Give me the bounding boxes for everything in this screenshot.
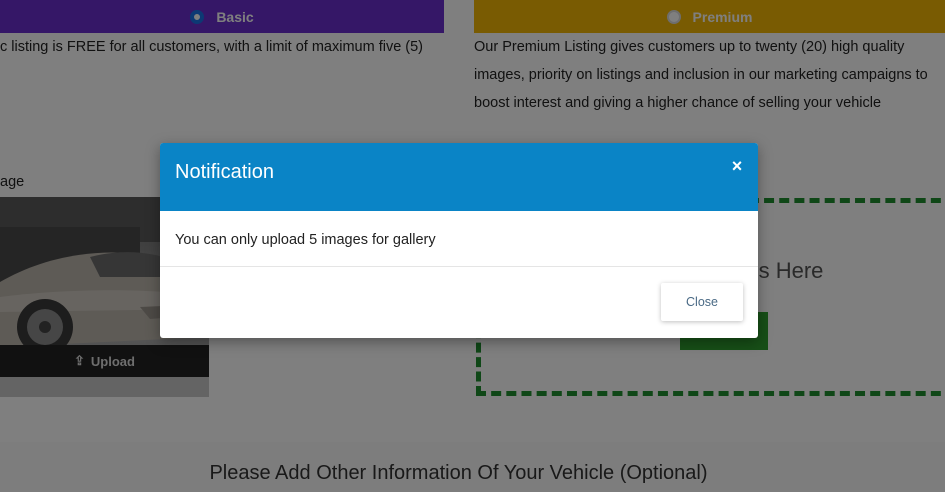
modal-body: You can only upload 5 images for gallery <box>160 211 758 267</box>
close-icon[interactable]: × <box>728 157 746 175</box>
notification-modal: Notification × You can only upload 5 ima… <box>160 143 758 338</box>
modal-footer: Close <box>160 267 758 338</box>
modal-title: Notification <box>175 161 274 183</box>
close-button[interactable]: Close <box>661 283 743 321</box>
modal-header: Notification × <box>160 143 758 211</box>
modal-message: You can only upload 5 images for gallery <box>175 232 436 248</box>
